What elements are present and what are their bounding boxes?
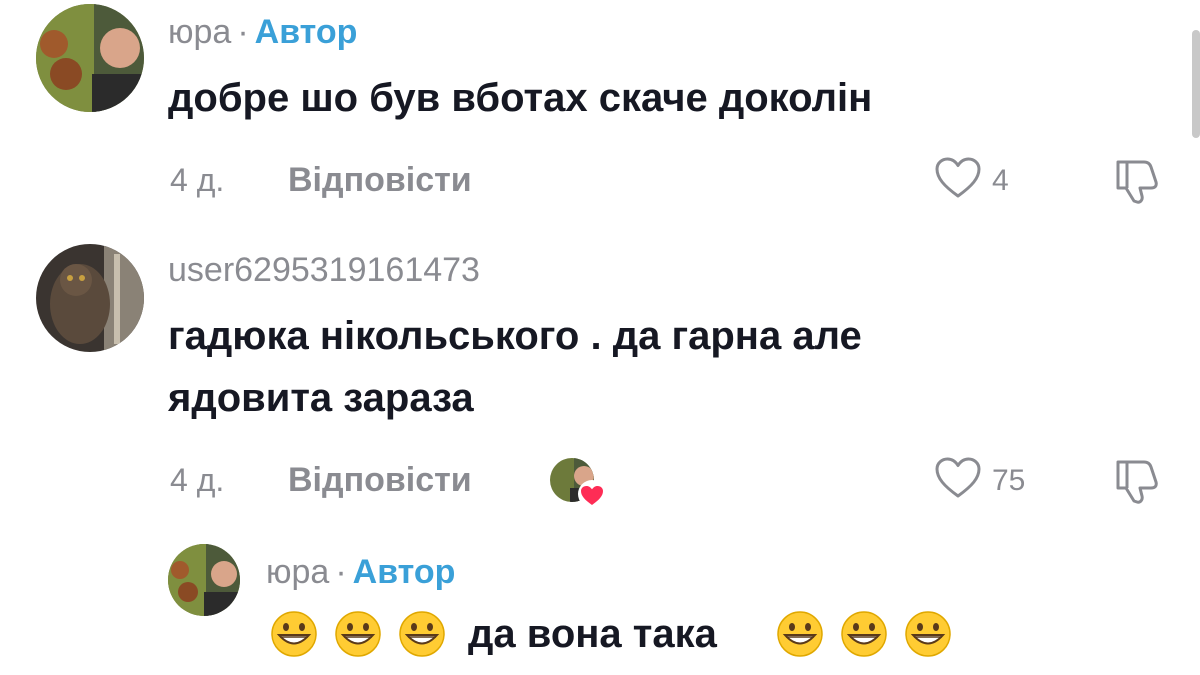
grinning-face-emoji (776, 610, 824, 658)
grinning-face-emoji (334, 610, 382, 658)
username[interactable]: юра (168, 13, 231, 51)
grinning-face-emoji (840, 610, 888, 658)
like-count: 4 (992, 163, 1009, 197)
comment-header: юра · Автор (168, 12, 357, 52)
dislike-button[interactable] (1110, 156, 1162, 211)
comment-age: 4 д. (170, 462, 225, 498)
comment-text: добре шо був вботах скаче доколін (168, 76, 873, 120)
creator-liked-heart-icon (548, 454, 608, 514)
author-badge: Автор (352, 553, 456, 591)
avatar[interactable] (36, 244, 144, 352)
like-count: 75 (992, 463, 1026, 497)
reply-text: да вона така (468, 612, 717, 656)
reply-button[interactable]: Відповісти (288, 160, 472, 200)
reply-header: юра · Автор (266, 552, 455, 592)
avatar[interactable] (36, 4, 144, 112)
heart-outline-icon (934, 156, 982, 205)
comment-text-line-1: гадюка нікольського . да гарна але (168, 314, 862, 358)
separator-dot: · (237, 13, 249, 51)
reply-button[interactable]: Відповісти (288, 460, 472, 500)
avatar[interactable] (168, 544, 240, 616)
thumbs-down-icon (1110, 160, 1162, 210)
dislike-button[interactable] (1110, 456, 1162, 511)
like-button[interactable]: 75 (934, 456, 1025, 505)
grinning-face-emoji (270, 610, 318, 658)
author-badge: Автор (254, 13, 358, 51)
heart-outline-icon (934, 456, 982, 505)
comment-text-line-2: ядовита зараза (168, 376, 474, 420)
comments-panel: юра · Автор добре шо був вботах скаче доко… (0, 0, 1200, 675)
username[interactable]: user6295319161473 (168, 251, 480, 289)
comment-age: 4 д. (170, 162, 225, 198)
username[interactable]: юра (266, 553, 329, 591)
separator-dot: · (335, 553, 347, 591)
grinning-face-emoji (904, 610, 952, 658)
scrollbar[interactable] (1192, 30, 1200, 138)
grinning-face-emoji (398, 610, 446, 658)
comment-header: user6295319161473 (168, 250, 480, 290)
thumbs-down-icon (1110, 460, 1162, 510)
like-button[interactable]: 4 (934, 156, 1009, 205)
